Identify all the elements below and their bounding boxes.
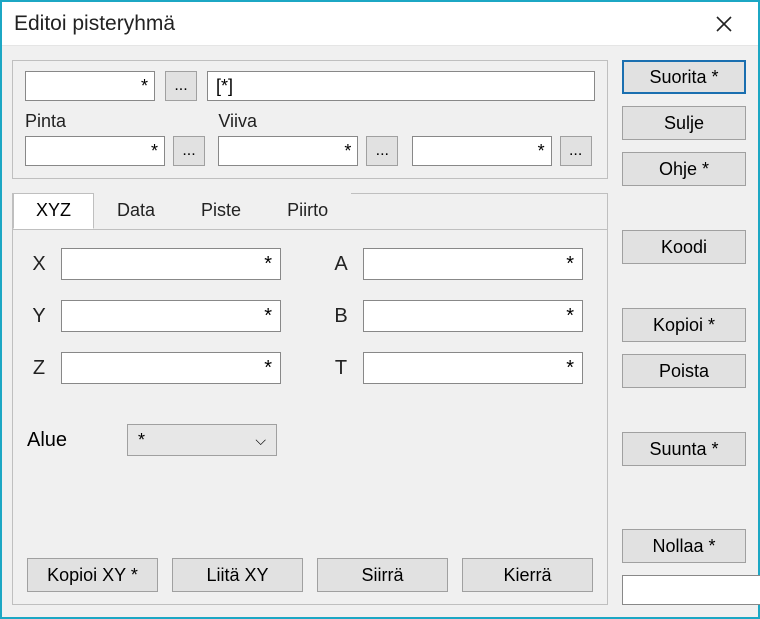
tab-piste[interactable]: Piste xyxy=(178,193,264,229)
code-input[interactable] xyxy=(25,71,155,101)
desc-input[interactable] xyxy=(207,71,595,101)
pinta-browse-button[interactable]: ... xyxy=(173,136,205,166)
a-input[interactable] xyxy=(363,248,583,280)
siirra-button[interactable]: Siirrä xyxy=(317,558,448,592)
tab-xyz[interactable]: XYZ xyxy=(13,193,94,229)
left-column: ... Pinta ... Viiva xyxy=(12,60,608,605)
tab-panel: XYZ Data Piste Piirto X A Y xyxy=(12,193,608,605)
titlebar: Editoi pisteryhmä xyxy=(2,2,758,46)
suorita-button[interactable]: Suorita * xyxy=(622,60,746,94)
tunnus-input[interactable] xyxy=(412,136,552,166)
close-icon[interactable] xyxy=(702,2,746,46)
pinta-label: Pinta xyxy=(25,111,208,132)
viiva-label: Viiva xyxy=(218,111,401,132)
tunnus-browse-button[interactable]: ... xyxy=(560,136,592,166)
t-input[interactable] xyxy=(363,352,583,384)
z-input[interactable] xyxy=(61,352,281,384)
x-label: X xyxy=(27,253,51,276)
tab-piirto[interactable]: Piirto xyxy=(264,193,351,229)
a-label: A xyxy=(329,253,353,276)
code-browse-button[interactable]: ... xyxy=(165,71,197,101)
nollaa-button[interactable]: Nollaa * xyxy=(622,529,746,563)
ohje-button[interactable]: Ohje * xyxy=(622,152,746,186)
z-label: Z xyxy=(27,357,51,380)
x-row: X xyxy=(622,575,746,605)
kopioi-xy-button[interactable]: Kopioi XY * xyxy=(27,558,158,592)
alue-combo[interactable]: * ⌵ xyxy=(127,424,277,456)
xyz-grid: X A Y B Z T xyxy=(27,248,593,384)
bottom-buttons: Kopioi XY * Liitä XY Siirrä Kierrä xyxy=(27,558,593,592)
y-label: Y xyxy=(27,305,51,328)
content-area: ... Pinta ... Viiva xyxy=(2,46,758,617)
tab-strip: XYZ Data Piste Piirto xyxy=(13,193,607,229)
koodi-button[interactable]: Koodi xyxy=(622,230,746,264)
kierra-button[interactable]: Kierrä xyxy=(462,558,593,592)
viiva-browse-button[interactable]: ... xyxy=(366,136,398,166)
x-input[interactable] xyxy=(61,248,281,280)
chevron-down-icon: ⌵ xyxy=(255,432,266,449)
pinta-input[interactable] xyxy=(25,136,165,166)
y-input[interactable] xyxy=(61,300,281,332)
alue-row: Alue * ⌵ xyxy=(27,424,593,456)
top-panel: ... Pinta ... Viiva xyxy=(12,60,608,179)
liita-xy-button[interactable]: Liitä XY xyxy=(172,558,303,592)
suunta-button[interactable]: Suunta * xyxy=(622,432,746,466)
x-row-input[interactable] xyxy=(622,575,760,605)
sulje-button[interactable]: Sulje xyxy=(622,106,746,140)
window-title: Editoi pisteryhmä xyxy=(14,12,702,36)
b-label: B xyxy=(329,305,353,328)
tab-body: X A Y B Z T xyxy=(13,229,607,604)
tab-data[interactable]: Data xyxy=(94,193,178,229)
alue-value: * xyxy=(138,430,145,451)
viiva-input[interactable] xyxy=(218,136,358,166)
dialog-window: Editoi pisteryhmä ... Pinta ... xyxy=(0,0,760,619)
b-input[interactable] xyxy=(363,300,583,332)
alue-label: Alue xyxy=(27,429,87,452)
poista-button[interactable]: Poista xyxy=(622,354,746,388)
right-column: Suorita * Sulje Ohje * Koodi Kopioi * Po… xyxy=(622,60,746,605)
kopioi-button[interactable]: Kopioi * xyxy=(622,308,746,342)
t-label: T xyxy=(329,357,353,380)
